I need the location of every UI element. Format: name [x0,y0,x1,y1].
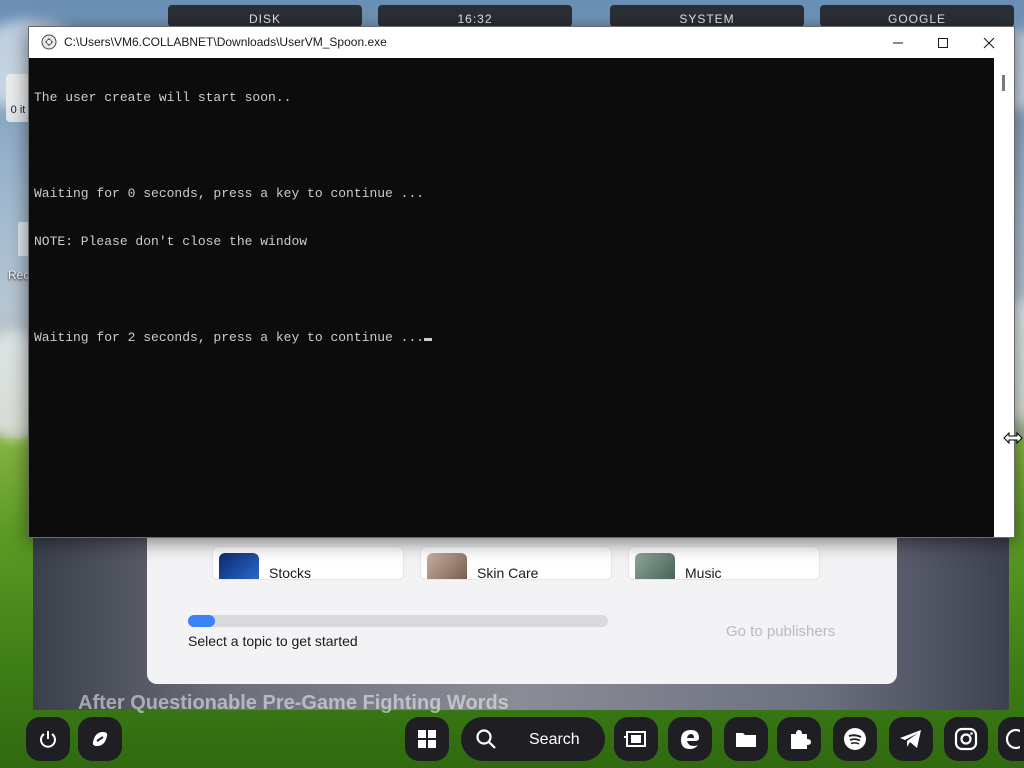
console-line: Waiting for 0 seconds, press a key to co… [34,186,425,201]
disk-widget[interactable]: DISK [168,5,362,27]
partial-app-icon [1005,728,1020,750]
resize-cursor-icon [1003,431,1023,445]
start-button[interactable] [405,717,449,761]
console-line: The user create will start soon.. [34,90,292,105]
close-button[interactable] [966,27,1012,58]
partial-app-button[interactable] [998,717,1024,761]
instagram-button[interactable] [944,717,988,761]
console-window[interactable]: C:\Users\VM6.COLLABNET\Downloads\UserVM_… [28,26,1015,538]
system-widget[interactable]: SYSTEM [610,5,804,27]
topic-stocks[interactable]: Stocks [212,546,404,580]
search-icon [476,729,496,749]
desktop-icon[interactable]: 0 it [6,74,30,122]
spotify-button[interactable] [833,717,877,761]
topic-label: Music [685,565,722,580]
music-thumbnail [635,553,675,579]
start-icon [418,730,436,748]
folder-icon [736,733,756,747]
console-scrollbar[interactable] [994,58,1014,537]
power-icon [40,731,56,748]
topic-progress-fill [188,615,216,627]
copilot-button[interactable] [78,717,122,761]
power-button[interactable] [26,717,70,761]
recycle-bin-label: Rec [8,268,30,282]
film-icon [624,731,646,747]
topic-skin-care[interactable]: Skin Care [420,546,612,580]
google-widget[interactable]: GOOGLE [820,5,1014,27]
console-line: Waiting for 2 seconds, press a key to co… [34,330,425,345]
telegram-button[interactable] [889,717,933,761]
text-cursor [424,338,433,341]
console-output[interactable]: The user create will start soon.. Waitin… [34,58,994,537]
taskbar-search[interactable]: Search [461,717,605,761]
extensions-button[interactable] [777,717,821,761]
topic-label: Stocks [269,565,312,580]
window-title: C:\Users\VM6.COLLABNET\Downloads\UserVM_… [64,35,387,49]
maximize-icon [938,37,948,48]
topic-progress-text: Select a topic to get started [188,633,358,649]
copilot-icon [92,732,108,746]
instagram-icon [954,727,978,751]
minimize-button[interactable] [875,27,921,58]
maximize-button[interactable] [920,27,966,58]
topic-label: Skin Care [477,565,539,580]
close-icon [983,37,995,48]
search-label: Search [529,731,580,748]
desktop-icon-label: 0 it [10,104,26,116]
topic-progress-bar [188,615,608,627]
topic-music[interactable]: Music [628,546,820,580]
news-headline[interactable]: After Questionable Pre-Game Fighting Wor… [78,692,509,715]
media-app-button[interactable] [614,717,658,761]
clock-widget[interactable]: 16:32 [378,5,572,27]
console-line: NOTE: Please don't close the window [34,234,308,249]
title-bar[interactable]: C:\Users\VM6.COLLABNET\Downloads\UserVM_… [29,27,1014,58]
stocks-thumbnail [219,553,259,579]
spotify-icon [844,728,866,750]
file-explorer-button[interactable] [724,717,768,761]
puzzle-icon [791,730,811,749]
edge-button[interactable] [668,717,712,761]
edge-icon [681,730,699,749]
go-to-publishers-link[interactable]: Go to publishers [726,623,835,640]
scroll-thumb[interactable] [1002,75,1005,91]
console-line-with-cursor: Waiting for 2 seconds, press a key to co… [34,330,994,346]
skin-care-thumbnail [427,553,467,579]
minimize-icon [893,42,903,43]
console-app-icon [41,34,57,50]
telegram-icon [900,730,921,748]
